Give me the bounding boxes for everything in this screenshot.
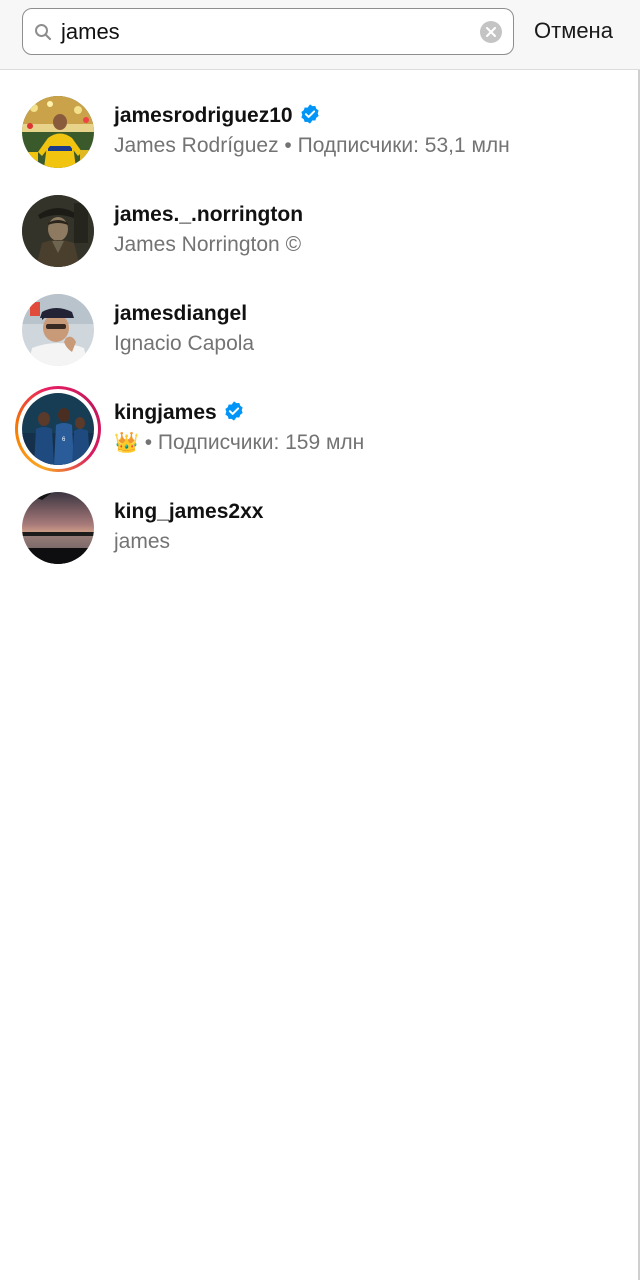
list-item[interactable]: 6 kingjames 👑 • Подписчики: 159 млн <box>0 379 638 478</box>
clear-search-button[interactable] <box>480 21 502 43</box>
verified-badge-icon <box>225 401 243 421</box>
result-subtitle: Ignacio Capola <box>114 332 255 355</box>
result-username[interactable]: jamesdiangel <box>114 301 247 327</box>
result-username[interactable]: jamesrodriguez10 <box>114 103 321 129</box>
search-icon <box>35 24 52 41</box>
list-item[interactable]: james._.norrington James Norrington © <box>0 181 638 280</box>
list-item[interactable]: jamesrodriguez10 James Rodríguez • Подпи… <box>0 82 638 181</box>
avatar[interactable] <box>22 96 94 168</box>
avatar[interactable] <box>22 294 94 366</box>
result-subtitle: James Rodríguez • Подписчики: 53,1 млн <box>114 134 510 157</box>
search-screen: james Отмена jamesrodriguez10 James Rodr… <box>0 0 640 1280</box>
search-results-list: jamesrodriguez10 James Rodríguez • Подпи… <box>0 82 638 577</box>
verified-badge-icon <box>300 104 319 124</box>
avatar[interactable]: 6 <box>22 393 94 465</box>
story-ring[interactable]: 6 <box>15 386 101 472</box>
cancel-button[interactable]: Отмена <box>534 18 613 44</box>
avatar[interactable] <box>22 492 94 564</box>
search-input[interactable]: james <box>22 8 514 55</box>
result-subtitle: james <box>114 530 171 553</box>
avatar[interactable] <box>22 195 94 267</box>
result-username[interactable]: kingjames <box>114 400 245 426</box>
result-subtitle: 👑 • Подписчики: 159 млн <box>114 431 365 454</box>
search-header: james Отмена <box>0 0 640 70</box>
list-item[interactable]: king_james2xx james <box>0 478 638 577</box>
result-subtitle: James Norrington © <box>114 233 302 256</box>
search-query[interactable]: james <box>61 19 120 45</box>
list-item[interactable]: jamesdiangel Ignacio Capola <box>0 280 638 379</box>
result-username[interactable]: king_james2xx <box>114 499 263 525</box>
close-icon <box>486 27 496 37</box>
result-username[interactable]: james._.norrington <box>114 202 303 228</box>
crown-emoji: 👑 <box>114 432 139 454</box>
